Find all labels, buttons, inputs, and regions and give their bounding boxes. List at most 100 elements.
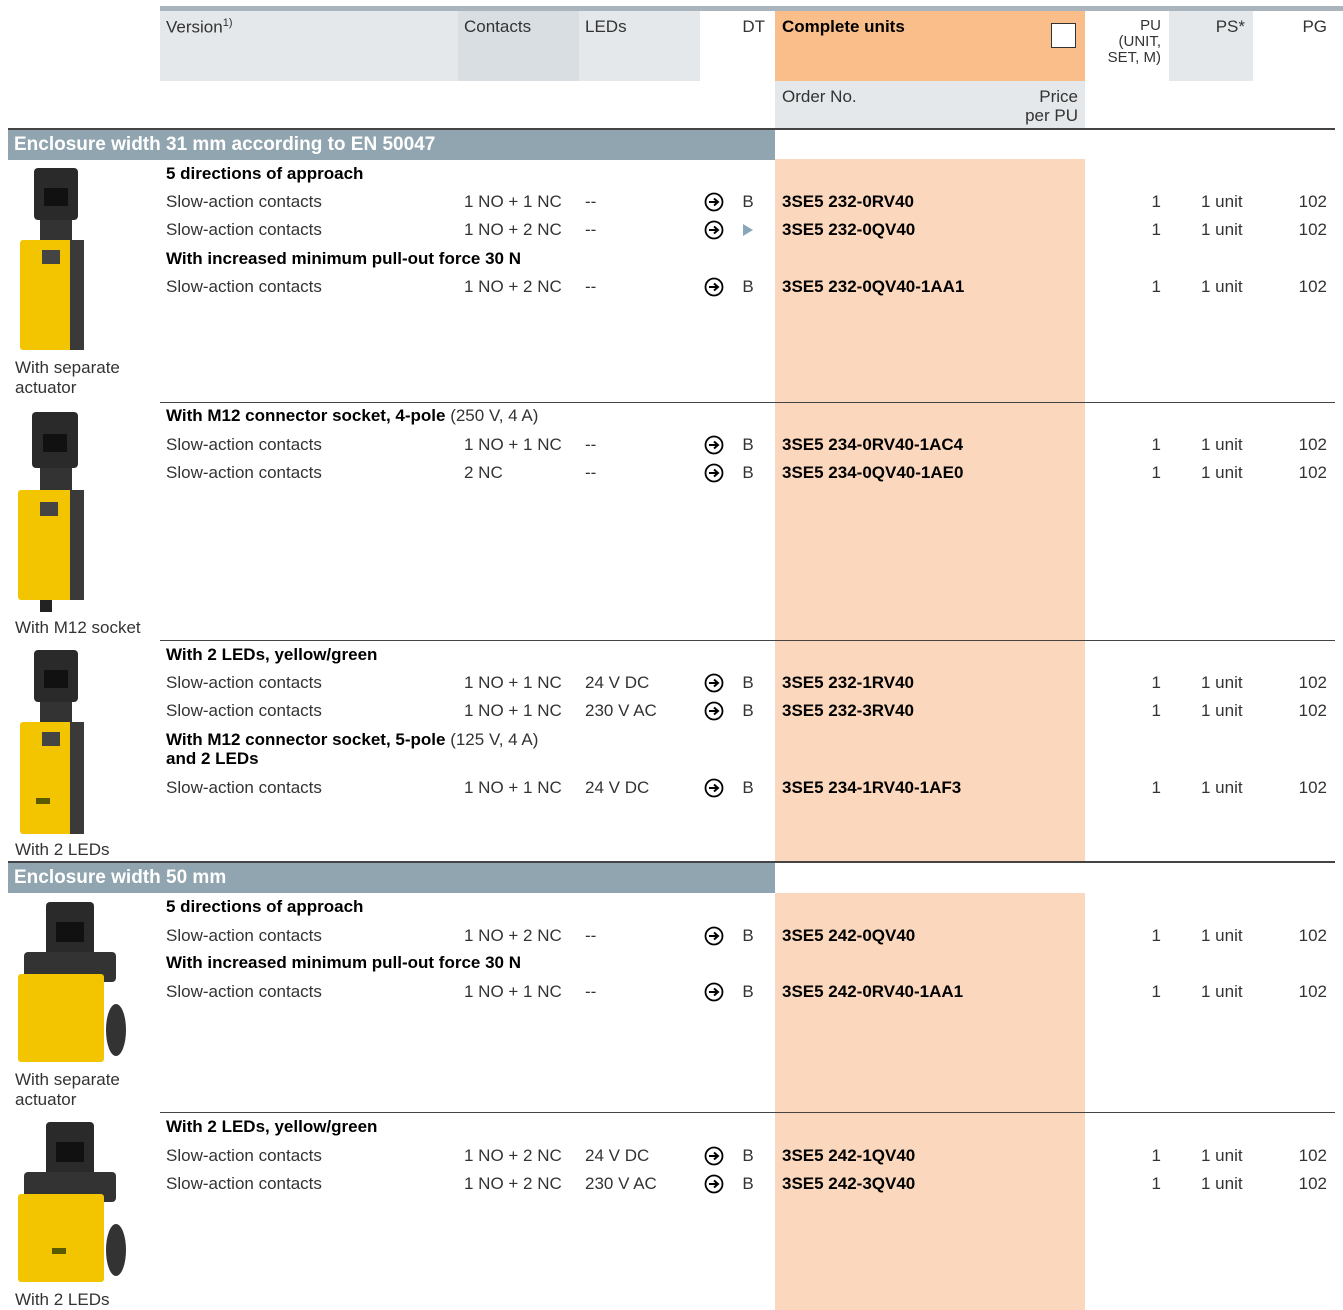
dt-header: DT (742, 17, 765, 36)
leds-header: LEDs (585, 17, 627, 36)
row-leds: 230 V AC (585, 1174, 657, 1193)
row-dt: B (742, 926, 754, 945)
order-number[interactable]: 3SE5 234-0QV40-1AE0 (782, 463, 963, 483)
selection-checkbox[interactable] (1051, 23, 1076, 48)
arrow-circle-icon (704, 220, 724, 245)
row-version: Slow-action contacts (166, 778, 322, 797)
pg-header: PG (1302, 17, 1327, 36)
subhead: With increased minimum pull-out force 30… (166, 249, 522, 268)
yellow-safety-switch-wide-icon (18, 902, 126, 1062)
subhead: With increased minimum pull-out force 30… (166, 953, 522, 972)
row-version: Slow-action contacts (166, 277, 322, 296)
row-version: Slow-action contacts (166, 926, 322, 945)
yellow-safety-switch-wide-leds-icon (18, 1122, 126, 1282)
row-ps: 1 unit (1201, 435, 1243, 454)
ps-header: PS* (1215, 17, 1245, 36)
row-dt: B (742, 1146, 754, 1165)
row-pu: 1 (1151, 926, 1161, 945)
row-leds: -- (585, 220, 597, 239)
row-leds: -- (585, 463, 597, 482)
row-ps: 1 unit (1201, 463, 1243, 482)
order-number[interactable]: 3SE5 232-3RV40 (782, 701, 914, 721)
row-pu: 1 (1151, 463, 1161, 482)
yellow-safety-switch-leds-icon (20, 650, 84, 834)
order-number[interactable]: 3SE5 232-0RV40 (782, 192, 914, 212)
row-pg: 102 (1298, 192, 1327, 211)
order-number[interactable]: 3SE5 232-1RV40 (782, 673, 914, 693)
order-number[interactable]: 3SE5 242-1QV40 (782, 1146, 915, 1166)
contacts-header: Contacts (464, 17, 532, 36)
order-number[interactable]: 3SE5 232-0QV40-1AA1 (782, 277, 964, 297)
order-column-bg-1 (775, 159, 1085, 862)
row-pg: 102 (1298, 701, 1327, 720)
row-contacts: 1 NO + 2 NC (464, 220, 562, 239)
row-contacts: 1 NO + 1 NC (464, 778, 562, 797)
arrow-circle-icon (704, 192, 724, 217)
order-number[interactable]: 3SE5 232-0QV40 (782, 220, 915, 240)
row-pu: 1 (1151, 673, 1161, 692)
subhead: With 2 LEDs, yellow/green (166, 1117, 378, 1136)
row-leds: -- (585, 277, 597, 296)
arrow-circle-icon (704, 1146, 724, 1171)
row-pu: 1 (1151, 192, 1161, 211)
subhead: With M12 connector socket, 5-pole (125 V… (166, 730, 539, 768)
arrow-circle-icon (704, 673, 724, 698)
yellow-safety-switch-slim-icon (20, 168, 84, 350)
row-leds: -- (585, 926, 597, 945)
row-pu: 1 (1151, 435, 1161, 454)
row-pu: 1 (1151, 701, 1161, 720)
row-ps: 1 unit (1201, 701, 1243, 720)
order-number[interactable]: 3SE5 242-0QV40 (782, 926, 915, 946)
row-version: Slow-action contacts (166, 673, 322, 692)
row-leds: 24 V DC (585, 1146, 650, 1165)
row-dt: B (742, 673, 754, 692)
row-pg: 102 (1298, 778, 1327, 797)
row-pg: 102 (1298, 277, 1327, 296)
row-contacts: 2 NC (464, 463, 503, 482)
row-dt: B (742, 277, 754, 296)
row-ps: 1 unit (1201, 673, 1243, 692)
section-title: Enclosure width 31 mm according to EN 50… (8, 130, 775, 160)
row-contacts: 1 NO + 1 NC (464, 435, 562, 454)
row-pg: 102 (1298, 435, 1327, 454)
row-version: Slow-action contacts (166, 982, 322, 1001)
arrow-circle-icon (704, 435, 724, 460)
row-pu: 1 (1151, 277, 1161, 296)
order-no-header: Order No. (782, 87, 857, 106)
photo-caption: With separate actuator (15, 1070, 120, 1109)
version-header: Version1) (166, 17, 233, 37)
order-number[interactable]: 3SE5 234-0RV40-1AC4 (782, 435, 963, 455)
subhead: With 2 LEDs, yellow/green (166, 645, 378, 664)
photo-caption: With M12 socket (15, 618, 141, 637)
photo-caption: With 2 LEDs (15, 840, 110, 859)
row-pg: 102 (1298, 926, 1327, 945)
order-number[interactable]: 3SE5 234-1RV40-1AF3 (782, 778, 961, 798)
row-version: Slow-action contacts (166, 1146, 322, 1165)
row-dt: B (742, 192, 754, 211)
complete-units-header: Complete units (782, 17, 905, 36)
row-dt: B (742, 1174, 754, 1193)
row-dt: B (742, 435, 754, 454)
row-leds: 24 V DC (585, 673, 650, 692)
row-pu: 1 (1151, 1174, 1161, 1193)
group-divider (160, 1112, 1335, 1113)
row-contacts: 1 NO + 1 NC (464, 673, 562, 692)
row-dt: B (742, 982, 754, 1001)
row-pu: 1 (1151, 1146, 1161, 1165)
row-contacts: 1 NO + 1 NC (464, 192, 562, 211)
row-version: Slow-action contacts (166, 435, 322, 454)
row-version: Slow-action contacts (166, 192, 322, 211)
row-pu: 1 (1151, 778, 1161, 797)
order-column-bg-2 (775, 893, 1085, 1310)
arrow-circle-icon (704, 778, 724, 803)
photo-caption: With 2 LEDs (15, 1290, 110, 1309)
row-ps: 1 unit (1201, 778, 1243, 797)
row-pg: 102 (1298, 982, 1327, 1001)
arrow-circle-icon (704, 701, 724, 726)
row-pu: 1 (1151, 220, 1161, 239)
order-number[interactable]: 3SE5 242-0RV40-1AA1 (782, 982, 963, 1002)
row-ps: 1 unit (1201, 926, 1243, 945)
section-title: Enclosure width 50 mm (8, 863, 775, 893)
yellow-safety-switch-m12-icon (18, 412, 84, 612)
order-number[interactable]: 3SE5 242-3QV40 (782, 1174, 915, 1194)
